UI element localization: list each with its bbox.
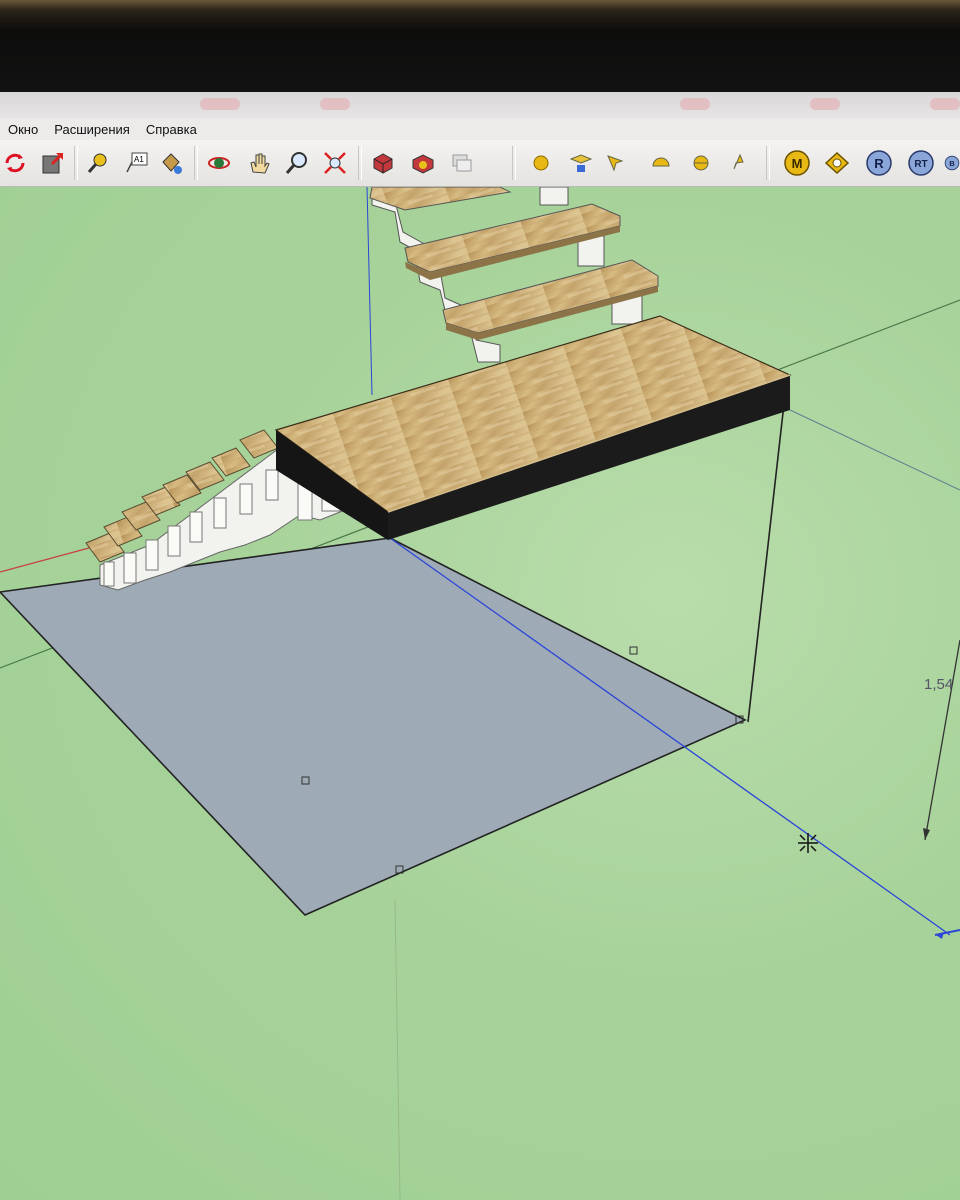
- zoom-extents-icon[interactable]: [320, 148, 350, 178]
- text-label-icon[interactable]: A1: [122, 148, 152, 178]
- taskbar-strip: [0, 92, 960, 118]
- model-scene: [0, 187, 960, 1200]
- render-rt-icon[interactable]: RT: [906, 148, 936, 178]
- pan-icon[interactable]: [244, 148, 274, 178]
- zoom-icon[interactable]: [282, 148, 312, 178]
- svg-text:A1: A1: [134, 155, 144, 164]
- render-rt-label: RT: [914, 159, 927, 170]
- menu-window[interactable]: Окно: [0, 122, 46, 137]
- section-plane-icon[interactable]: [566, 148, 596, 178]
- arrow-icon[interactable]: [600, 148, 630, 178]
- menu-extensions[interactable]: Расширения: [46, 122, 138, 137]
- midpoint-marker: [629, 646, 638, 655]
- blue-axis-line: [366, 187, 373, 396]
- menu-help[interactable]: Справка: [138, 122, 205, 137]
- render-b-icon[interactable]: B: [944, 148, 960, 178]
- render-settings-icon[interactable]: [822, 148, 852, 178]
- move-cursor-icon: [798, 833, 818, 853]
- half-sphere-icon[interactable]: [646, 148, 676, 178]
- dimension-line: [924, 639, 960, 841]
- paint-bucket-icon[interactable]: [156, 148, 186, 178]
- refresh-icon[interactable]: [0, 148, 30, 178]
- materials-icon[interactable]: [408, 148, 438, 178]
- orbit-icon[interactable]: [204, 148, 234, 178]
- sun-icon[interactable]: [526, 148, 556, 178]
- cursor-icon[interactable]: [722, 148, 752, 178]
- red-axis-line: [0, 544, 101, 573]
- layers-icon[interactable]: [446, 148, 476, 178]
- render-b-label: B: [949, 159, 955, 168]
- component-icon[interactable]: [368, 148, 398, 178]
- vertical-edge: [747, 394, 786, 723]
- monitor-bezel: [0, 0, 960, 96]
- model-viewport[interactable]: 1,54: [0, 187, 960, 1200]
- render-m-label: M: [792, 156, 803, 171]
- sphere-icon[interactable]: [686, 148, 716, 178]
- render-r-label: R: [874, 156, 884, 171]
- tape-measure-icon[interactable]: [82, 148, 112, 178]
- menu-bar: Окно Расширения Справка: [0, 118, 960, 141]
- export-icon[interactable]: [38, 148, 68, 178]
- landing-platform[interactable]: [274, 315, 792, 540]
- floor-rectangle[interactable]: [0, 537, 747, 916]
- render-m-icon[interactable]: M: [782, 148, 812, 178]
- dimension-label[interactable]: 1,54: [924, 676, 953, 693]
- render-r-icon[interactable]: R: [864, 148, 894, 178]
- main-toolbar: A1 M R RT B: [0, 140, 960, 187]
